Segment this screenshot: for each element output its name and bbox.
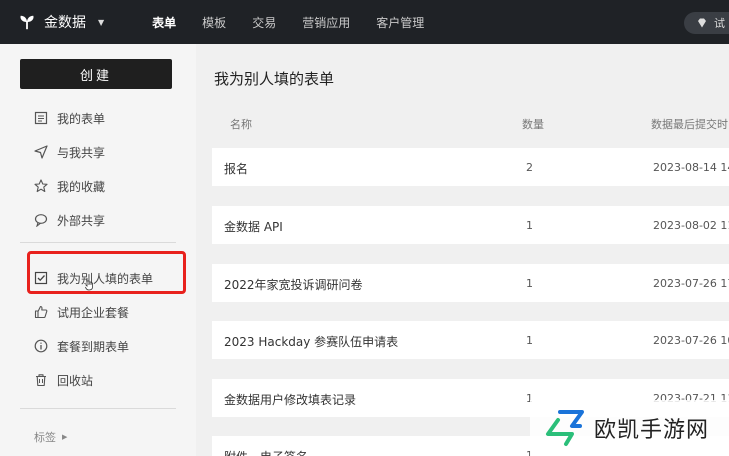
row-count: 2 (526, 161, 533, 174)
table-row[interactable]: 金数据 API 1 2023-08-02 11 (212, 206, 729, 244)
nav-tab-transactions[interactable]: 交易 (252, 14, 276, 31)
info-icon (34, 339, 48, 353)
thumbs-up-icon (34, 305, 48, 319)
highlight-annotation-box (27, 251, 186, 294)
diamond-icon (698, 18, 706, 28)
table-row[interactable]: 报名 2 2023-08-14 14 (212, 148, 729, 186)
watermark-logo-icon (546, 410, 584, 446)
trial-button[interactable]: 试 (684, 12, 729, 34)
row-last-submitted: 2023-07-26 10 (653, 334, 729, 347)
sidebar-item-label: 我的表单 (57, 111, 106, 126)
sidebar-item-enterprise-trial[interactable]: 试用企业套餐 (34, 302, 129, 322)
trash-icon (36, 374, 46, 387)
tags-section[interactable]: 标签 ▶ (34, 429, 67, 445)
main-content: 我为别人填的表单 名称 数量 数据最后提交时 报名 2 2023-08-14 1… (196, 44, 729, 456)
send-icon (34, 145, 48, 159)
sidebar-item-label: 套餐到期表单 (57, 339, 130, 354)
chevron-down-icon[interactable]: ▼ (98, 18, 104, 27)
nav-tab-forms[interactable]: 表单 (152, 14, 176, 31)
sidebar: 创建 我的表单 与我共享 我的收藏 外部共享 我为别人填的表单 试用企业套餐 套… (0, 44, 196, 456)
sidebar-divider (20, 408, 176, 409)
tags-label: 标签 (34, 431, 56, 444)
column-header-count: 数量 (522, 118, 544, 131)
sidebar-item-label: 回收站 (57, 373, 94, 388)
mouse-pointer-icon (85, 278, 93, 291)
sidebar-item-favorites[interactable]: 我的收藏 (34, 176, 105, 196)
chat-icon (34, 214, 48, 227)
row-form-name[interactable]: 附件、电子签名 (224, 448, 308, 456)
top-navigation-bar: 金数据 ▼ 表单 模板 交易 营销应用 客户管理 试 (0, 0, 729, 44)
row-form-name[interactable]: 2022年家宽投诉调研问卷 (224, 276, 363, 293)
row-form-name[interactable]: 金数据用户修改填表记录 (224, 391, 356, 408)
star-icon (34, 179, 48, 193)
sidebar-divider (20, 242, 176, 243)
sidebar-item-label: 外部共享 (57, 213, 106, 228)
create-button[interactable]: 创建 (20, 59, 172, 89)
trial-label: 试 (714, 17, 725, 30)
brand-logo[interactable]: 金数据 ▼ (18, 12, 104, 32)
brand-leaf-icon (20, 15, 34, 30)
row-last-submitted: 2023-08-14 14 (653, 161, 729, 174)
sidebar-item-shared-with-me[interactable]: 与我共享 (34, 142, 105, 162)
row-count: 1 (526, 219, 533, 232)
brand-name: 金数据 (44, 15, 86, 31)
row-form-name[interactable]: 报名 (224, 160, 248, 177)
row-count: 1 (526, 277, 533, 290)
table-row[interactable]: 2022年家宽投诉调研问卷 1 2023-07-26 17 (212, 264, 729, 302)
row-last-submitted: 2023-07-26 17 (653, 277, 729, 290)
sidebar-item-expired-forms[interactable]: 套餐到期表单 (34, 336, 129, 356)
sidebar-item-label: 与我共享 (57, 145, 106, 160)
column-header-name: 名称 (230, 118, 252, 131)
table-header: 名称 数量 数据最后提交时 (196, 116, 729, 136)
page-title: 我为别人填的表单 (214, 70, 335, 88)
sidebar-item-my-forms[interactable]: 我的表单 (34, 108, 105, 128)
chevron-right-icon: ▶ (62, 433, 68, 441)
table-row[interactable]: 2023 Hackday 参赛队伍申请表 1 2023-07-26 10 (212, 321, 729, 359)
nav-tab-customers[interactable]: 客户管理 (376, 14, 424, 31)
nav-tab-marketing[interactable]: 营销应用 (302, 14, 350, 31)
row-form-name[interactable]: 2023 Hackday 参赛队伍申请表 (224, 333, 398, 350)
nav-tab-templates[interactable]: 模板 (202, 14, 226, 31)
row-last-submitted: 2023-08-02 11 (653, 219, 729, 232)
sidebar-item-label: 我的收藏 (57, 179, 106, 194)
watermark: 欧凯手游网 (530, 400, 729, 456)
row-form-name[interactable]: 金数据 API (224, 218, 283, 235)
row-count: 1 (526, 334, 533, 347)
form-icon (34, 111, 48, 125)
sidebar-item-recycle-bin[interactable]: 回收站 (34, 370, 93, 390)
column-header-last-submitted: 数据最后提交时 (651, 118, 728, 131)
main-nav: 表单 模板 交易 营销应用 客户管理 (152, 14, 450, 31)
sidebar-item-external-share[interactable]: 外部共享 (34, 210, 105, 230)
watermark-text: 欧凯手游网 (594, 418, 710, 443)
sidebar-item-label: 试用企业套餐 (57, 305, 130, 320)
